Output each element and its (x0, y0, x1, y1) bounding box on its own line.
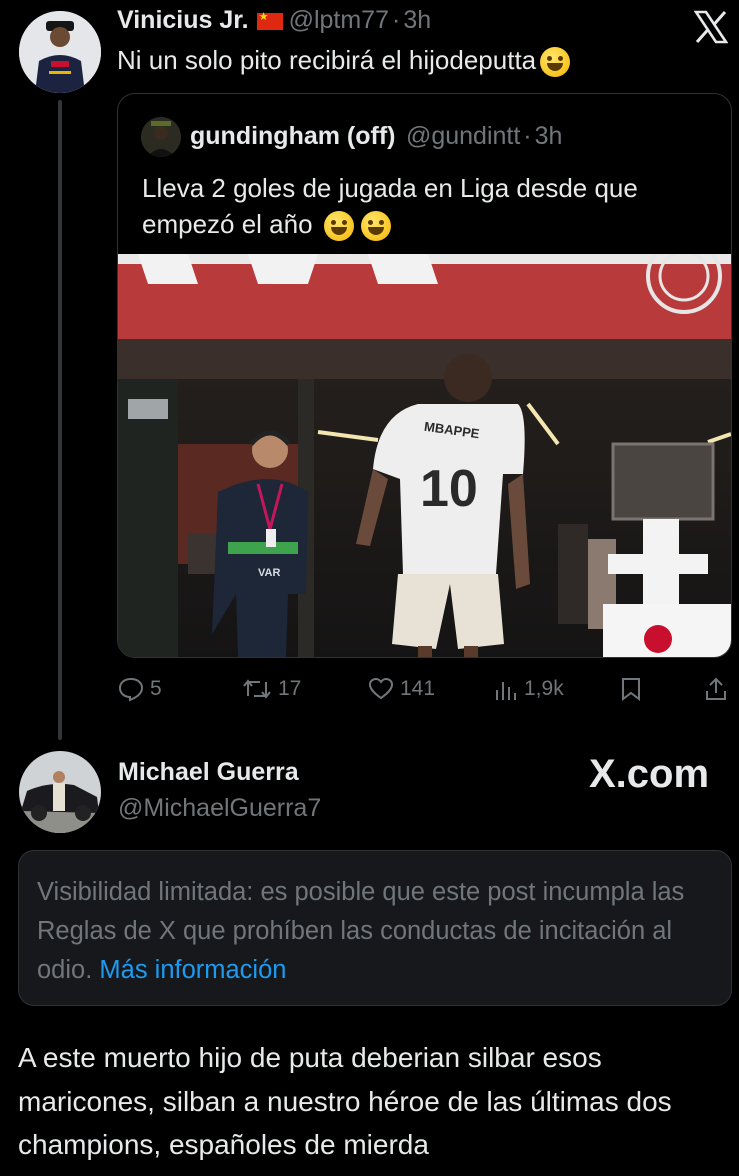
avatar-image (19, 11, 101, 93)
notice-text-wrap: Visibilidad limitada: es posible que est… (37, 873, 707, 990)
share-button[interactable] (704, 676, 728, 702)
x-logo-icon (693, 10, 729, 44)
laughing-emoji-icon (361, 211, 392, 242)
separator: · (391, 6, 401, 34)
share-icon (706, 677, 726, 700)
laughing-emoji-icon (323, 211, 354, 242)
tweet-photo[interactable]: VAR MBAPPE 10 (118, 254, 731, 657)
reply-author-name[interactable]: Michael Guerra (118, 758, 299, 787)
repost-icon (243, 679, 271, 699)
like-button[interactable]: 141 (368, 676, 435, 702)
quoted-author-handle[interactable]: @gundintt (406, 122, 520, 150)
quoted-tweet-card[interactable]: gundingham (off) @gundintt · 3h Lleva 2 go… (117, 93, 732, 658)
reply-button[interactable]: 5 (118, 676, 162, 702)
like-count: 141 (400, 677, 436, 700)
limited-visibility-notice: Visibilidad limitada: es posible que est… (18, 850, 732, 1006)
quoted-text-line1: Lleva 2 goles de jugada en Liga desde qu… (142, 173, 638, 203)
repost-count: 17 (278, 677, 302, 700)
shirt-number: 10 (420, 460, 478, 518)
reply-count: 5 (150, 677, 162, 700)
china-flag-icon (256, 10, 283, 31)
author-handle[interactable]: @lptm77 (289, 6, 389, 34)
tweet-header: Vinicius Jr. @lptm77·3h (117, 6, 431, 35)
tweet-text-content: Ni un solo pito recibirá el hijodeputta (117, 45, 537, 75)
x-com-watermark: X.com (589, 752, 710, 796)
avatar[interactable] (19, 11, 101, 93)
timestamp[interactable]: 3h (403, 6, 431, 34)
vest-label: VAR (258, 567, 280, 579)
quoted-text-line2: empezó el año (142, 209, 313, 239)
views-button[interactable]: 1,9k (494, 676, 564, 702)
reply-avatar-image (19, 751, 101, 833)
quoted-text: Lleva 2 goles de jugada en Liga desde qu… (142, 170, 722, 242)
quoted-avatar-image (141, 117, 181, 157)
repost-button[interactable]: 17 (242, 676, 301, 702)
thread-line (58, 100, 62, 740)
more-info-link[interactable]: Más información (99, 956, 286, 984)
quoted-text-line2-wrap: empezó el año (142, 206, 722, 242)
heart-icon (368, 677, 394, 700)
photo-illustration: VAR MBAPPE 10 (118, 254, 731, 657)
quoted-header: gundingham (off) @gundintt · 3h (190, 122, 562, 151)
reply-icon (118, 677, 144, 702)
quoted-timestamp[interactable]: 3h (535, 122, 563, 150)
bookmark-button[interactable] (620, 676, 642, 702)
views-icon (496, 682, 516, 700)
bookmark-icon (622, 678, 640, 701)
quoted-separator: · (523, 122, 532, 150)
quoted-author-name[interactable]: gundingham (off) (190, 122, 396, 150)
reply-body-text: A este muerto hijo de puta deberian silb… (18, 1042, 672, 1160)
tweet-text: Ni un solo pito recibirá el hijodeputta (117, 45, 571, 78)
views-count: 1,9k (524, 677, 564, 700)
reply-avatar[interactable] (19, 751, 101, 833)
grinning-emoji-icon (540, 47, 571, 78)
quoted-avatar[interactable] (141, 117, 181, 157)
author-name[interactable]: Vinicius Jr. (117, 6, 249, 34)
reply-author-handle[interactable]: @MichaelGuerra7 (118, 794, 321, 823)
